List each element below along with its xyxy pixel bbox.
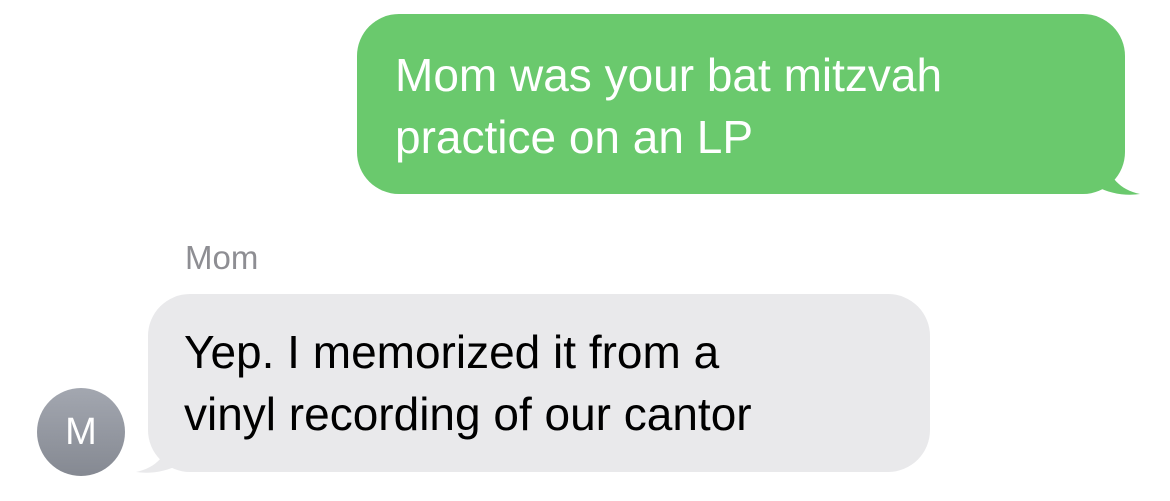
outgoing-bubble-tail <box>1096 160 1140 195</box>
message-text-line: Yep. I memorized it from a <box>184 326 720 378</box>
outgoing-message-bubble[interactable]: Mom was your bat mitzvah practice on an … <box>357 14 1125 194</box>
contact-avatar[interactable]: M <box>37 388 125 476</box>
sender-name: Mom <box>185 239 259 276</box>
message-thread: Mom was your bat mitzvah practice on an … <box>0 0 1170 501</box>
message-text-line: Mom was your bat mitzvah <box>395 49 943 101</box>
incoming-message-bubble[interactable]: Yep. I memorized it from a vinyl recordi… <box>148 294 930 472</box>
message-text-line: vinyl recording of our cantor <box>184 388 752 440</box>
message-text-line: practice on an LP <box>395 111 754 163</box>
